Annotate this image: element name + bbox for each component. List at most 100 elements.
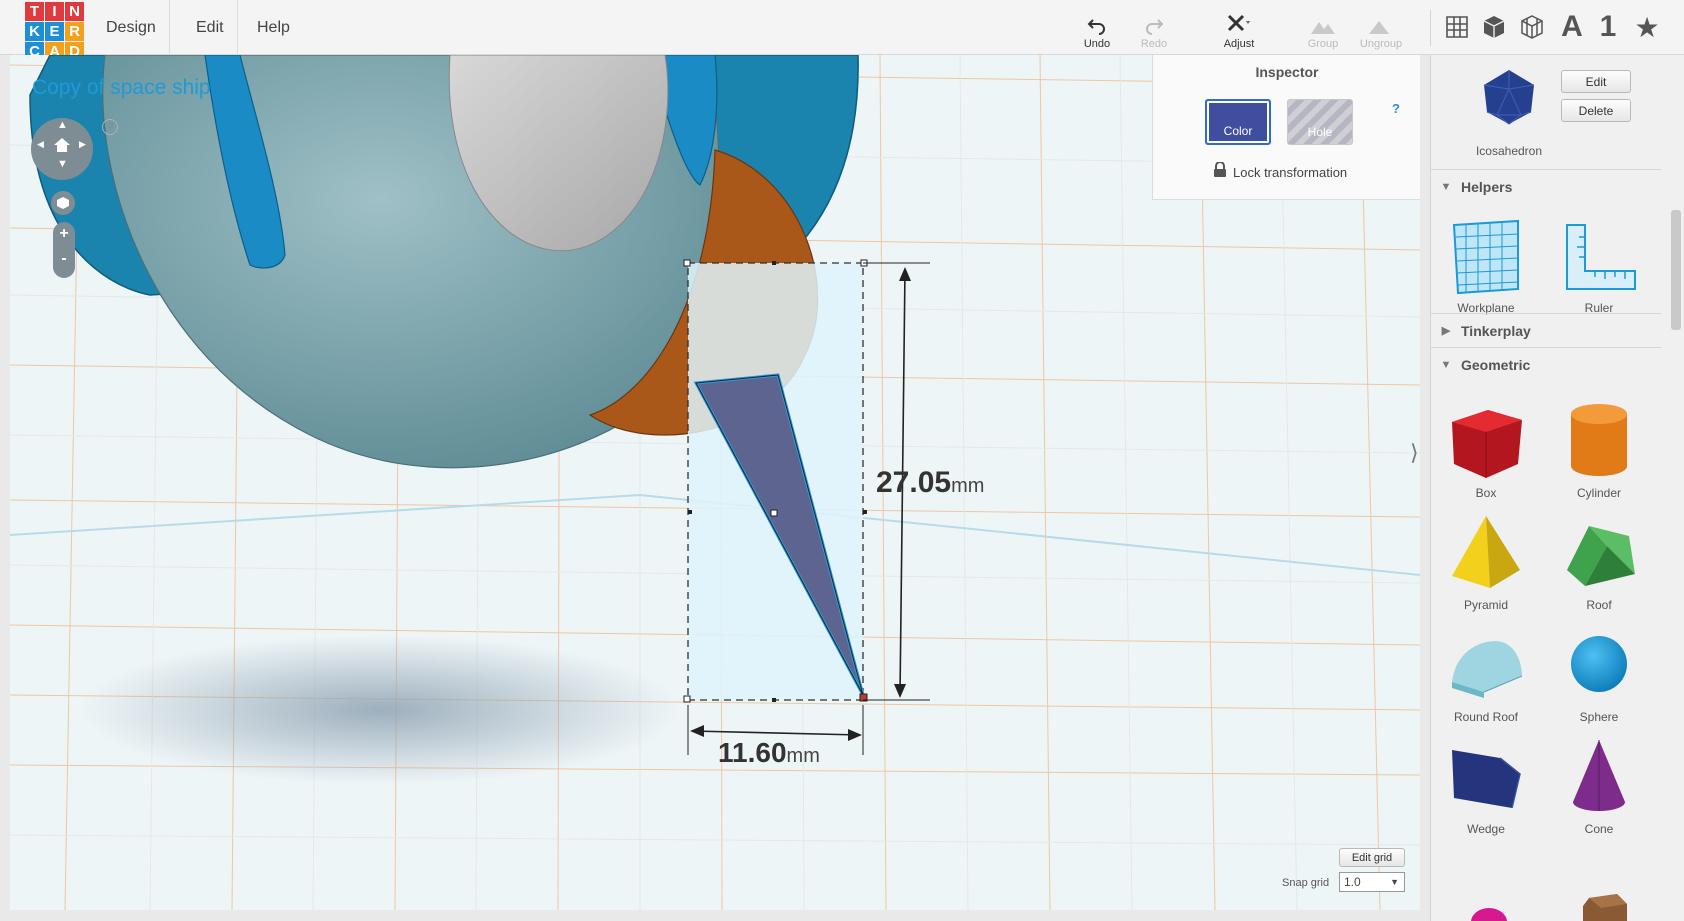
- logo-letter: N: [65, 2, 84, 21]
- lock-transformation-label[interactable]: Lock transformation: [1233, 165, 1347, 180]
- torus-icon: [1471, 908, 1507, 921]
- wedge-shape[interactable]: Wedge: [1436, 736, 1536, 836]
- sphere-shape[interactable]: Sphere: [1549, 624, 1649, 724]
- edit-shape-button[interactable]: Edit: [1561, 70, 1631, 93]
- adjust-button[interactable]: Adjust: [1209, 8, 1269, 50]
- roof-label: Roof: [1586, 598, 1612, 612]
- logo-letter: I: [45, 2, 64, 21]
- ruler-icon: [1566, 224, 1636, 290]
- roof-shape[interactable]: Roof: [1549, 512, 1649, 612]
- round-roof-shape[interactable]: Round Roof: [1436, 624, 1536, 724]
- sidebar-scrollbar[interactable]: [1671, 210, 1681, 330]
- undo-icon: [1087, 19, 1105, 35]
- collapse-arrow-icon: ▼: [1440, 358, 1452, 371]
- roof-icon: [1567, 526, 1635, 586]
- redo-button[interactable]: Redo: [1124, 8, 1184, 50]
- star-icon[interactable]: ★: [1630, 10, 1664, 44]
- undo-label: Undo: [1083, 38, 1111, 50]
- inspector-panel: Inspector Color Hole ? Lock transformati…: [1152, 55, 1420, 200]
- height-value: 27.05: [876, 466, 952, 499]
- redo-label: Redo: [1140, 38, 1168, 50]
- polygon-shape[interactable]: [1579, 890, 1629, 921]
- round-roof-label: Round Roof: [1453, 710, 1519, 724]
- zoom-in-button[interactable]: +: [53, 225, 75, 243]
- text-shape-icon[interactable]: A: [1555, 10, 1589, 44]
- number-shape-icon[interactable]: 1: [1591, 10, 1625, 44]
- box-label: Box: [1475, 486, 1497, 500]
- inspector-help[interactable]: ?: [1392, 101, 1400, 116]
- color-button[interactable]: Color: [1205, 99, 1271, 145]
- polygon-icon: [1583, 894, 1627, 921]
- hole-button[interactable]: Hole: [1287, 99, 1353, 145]
- menu-edit[interactable]: Edit: [183, 0, 238, 55]
- toolbar-divider: [1430, 10, 1431, 46]
- geometric-section-header[interactable]: ▼ Geometric: [1431, 347, 1661, 381]
- orbit-down-icon[interactable]: ▼: [57, 158, 68, 170]
- height-dimension-label[interactable]: 27.05mm: [876, 466, 984, 500]
- hole-label: Hole: [1307, 125, 1333, 139]
- menu-help[interactable]: Help: [244, 0, 303, 55]
- logo-letter: E: [45, 22, 64, 41]
- delete-shape-button[interactable]: Delete: [1561, 99, 1631, 122]
- wireframe-view-icon[interactable]: [1515, 10, 1549, 44]
- inspector-title: Inspector: [1255, 64, 1319, 80]
- cone-shape[interactable]: Cone: [1549, 736, 1649, 836]
- group-button[interactable]: Group: [1293, 8, 1353, 50]
- zoom-out-button[interactable]: -: [53, 250, 75, 268]
- logo-letter: K: [25, 22, 44, 41]
- collapse-panel-button[interactable]: ⟩: [1410, 440, 1420, 480]
- wedge-label: Wedge: [1467, 822, 1505, 836]
- grid-view-icon[interactable]: [1440, 10, 1474, 44]
- snap-grid-value: 1.0: [1344, 875, 1361, 889]
- helpers-title: Helpers: [1461, 178, 1513, 195]
- pyramid-icon: [1452, 516, 1520, 588]
- design-title[interactable]: Copy of space ship: [32, 76, 211, 100]
- undo-button[interactable]: Undo: [1067, 8, 1127, 50]
- adjust-icon: [1227, 14, 1250, 32]
- box-shape[interactable]: Box: [1436, 400, 1536, 500]
- pyramid-shape[interactable]: Pyramid: [1436, 512, 1536, 612]
- cylinder-shape[interactable]: Cylinder: [1549, 400, 1649, 500]
- fit-view-button[interactable]: [51, 191, 75, 215]
- workplane-icon: [1452, 219, 1519, 295]
- orbit-left-icon[interactable]: ◀: [37, 139, 44, 150]
- expand-arrow-icon: ▶: [1441, 325, 1451, 337]
- adjust-label: Adjust: [1223, 38, 1255, 50]
- height-unit: mm: [951, 475, 985, 497]
- logo-letter: T: [25, 2, 44, 21]
- sphere-label: Sphere: [1579, 710, 1619, 724]
- group-label: Group: [1307, 38, 1339, 50]
- wedge-icon: [1452, 750, 1521, 809]
- cone-icon: [1573, 740, 1625, 811]
- icosahedron-icon[interactable]: [1479, 67, 1539, 127]
- ungroup-button[interactable]: Ungroup: [1351, 8, 1411, 50]
- tinkerplay-title: Tinkerplay: [1461, 322, 1531, 339]
- home-icon[interactable]: [53, 137, 71, 153]
- menu-design[interactable]: Design: [93, 0, 170, 55]
- lock-icon[interactable]: [1213, 161, 1227, 183]
- edit-grid-button[interactable]: Edit grid: [1339, 848, 1405, 867]
- group-icon: [1311, 22, 1335, 34]
- cone-label: Cone: [1584, 822, 1614, 836]
- tinkercad-logo[interactable]: T I N K E R C A D: [25, 2, 85, 62]
- orbit-up-icon[interactable]: ▲: [57, 119, 68, 131]
- box-icon: [1452, 410, 1522, 478]
- box-view-icon[interactable]: [1477, 10, 1511, 44]
- helpers-section-header[interactable]: ▼ Helpers: [1431, 169, 1661, 203]
- ruler-shape[interactable]: Ruler: [1549, 217, 1649, 315]
- torus-shape[interactable]: [1469, 900, 1509, 921]
- cylinder-icon: [1571, 404, 1627, 476]
- navigator-help[interactable]: ?: [102, 119, 118, 135]
- orbit-right-icon[interactable]: ▶: [79, 139, 86, 150]
- width-value: 11.60: [718, 737, 787, 768]
- selected-shape-name: Icosahedron: [1475, 144, 1543, 158]
- workplane-shape[interactable]: Workplane: [1436, 217, 1536, 315]
- ungroup-label: Ungroup: [1359, 38, 1403, 50]
- snap-grid-select[interactable]: 1.0 ▼: [1339, 872, 1405, 892]
- tinkerplay-section-header[interactable]: ▶ Tinkerplay: [1431, 313, 1661, 347]
- width-dimension-label[interactable]: 11.60mm: [718, 737, 820, 769]
- pyramid-label: Pyramid: [1463, 598, 1508, 612]
- redo-icon: [1146, 19, 1164, 35]
- shapes-sidebar: Icosahedron Edit Delete ▼ Helpers Workpla…: [1430, 55, 1684, 921]
- chevron-down-icon: ▼: [1390, 877, 1399, 887]
